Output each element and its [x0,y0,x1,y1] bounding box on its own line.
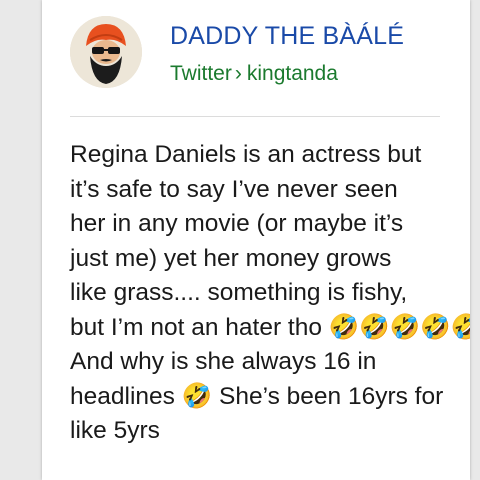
post-line: like 5yrs [70,417,160,444]
post-text: Regina Daniels is an actress but it’s sa… [70,138,470,449]
post-line: headlines 🤣 She’s been 16yrs for [70,382,444,410]
post-line: but I’m not an hater tho 🤣🤣🤣🤣🤣🤣 [70,313,470,341]
post-line: And why is she always 16 in [70,348,377,375]
breadcrumb-separator: › [234,62,242,85]
divider [70,116,440,117]
source-breadcrumb[interactable]: Twitter › kingtanda [170,62,338,86]
post-line: just me) yet her money grows [70,244,392,272]
bearded-man-turban-avatar-icon[interactable] [70,16,142,88]
profile-name-link[interactable]: DADDY THE BÀÁLÉ [170,22,404,51]
post-line: Regina Daniels is an actress but [70,141,422,168]
post-line: her in any movie (or maybe it’s [70,210,404,237]
search-result-card: DADDY THE BÀÁLÉ Twitter › kingtanda Regina… [42,0,470,480]
source-site: Twitter [170,62,232,85]
result-header: DADDY THE BÀÁLÉ Twitter › kingtanda [70,14,450,104]
post-line: it’s safe to say I’ve never seen [70,175,398,203]
source-handle: kingtanda [246,62,338,85]
post-line: like grass.... something is fishy, [70,279,408,306]
